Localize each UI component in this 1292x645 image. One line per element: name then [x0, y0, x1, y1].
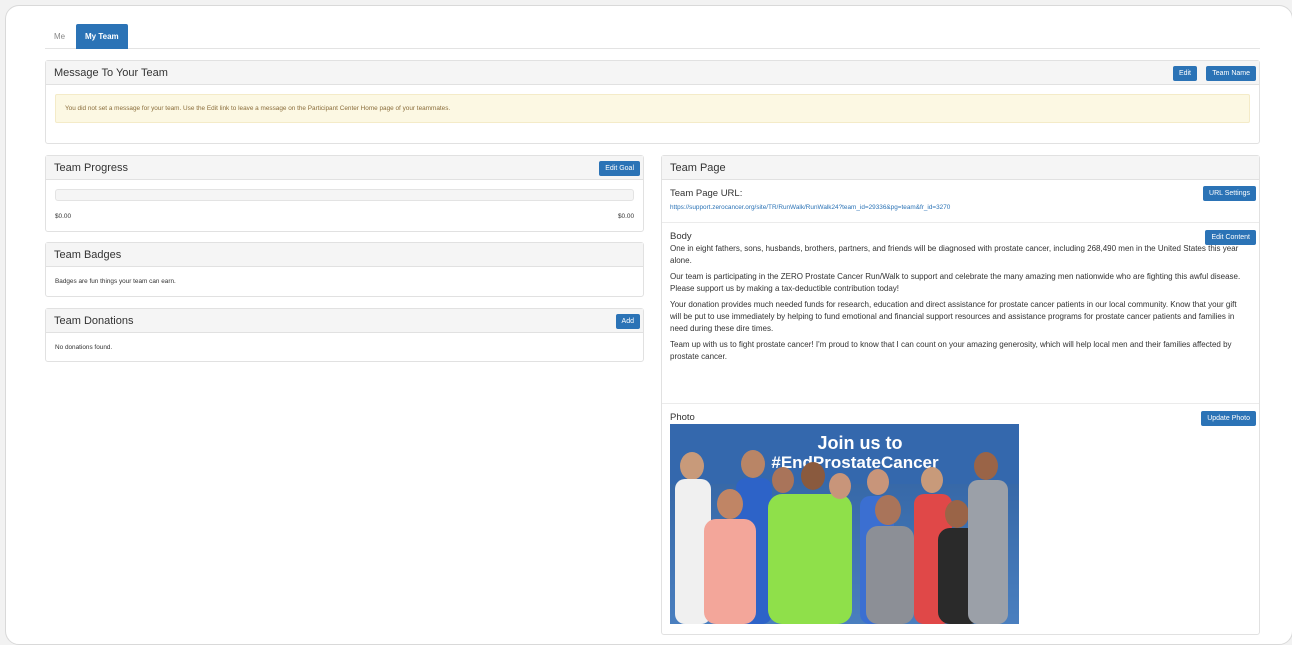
add-donation-button[interactable]: Add: [615, 314, 640, 329]
team-progress-bar: [55, 189, 634, 201]
team-page-title: Team Page: [670, 162, 726, 174]
tab-me[interactable]: Me: [45, 24, 74, 49]
photo-label: Photo: [670, 412, 695, 423]
team-photo: Join us to #EndProstateCancer: [670, 424, 1019, 624]
body-label: Body: [670, 231, 692, 242]
tab-bar: Me My Team: [45, 24, 1260, 49]
no-donations-text: No donations found.: [55, 344, 113, 351]
team-progress-header: Team Progress Edit Goal: [46, 156, 643, 180]
message-panel-header: Message To Your Team Edit Team Name: [46, 61, 1259, 85]
body-paragraph: Our team is participating in the ZERO Pr…: [670, 272, 1241, 293]
message-panel: Message To Your Team Edit Team Name You …: [45, 60, 1260, 144]
edit-message-button[interactable]: Edit: [1172, 66, 1197, 81]
body-section: Body Edit Content One in eight fathers, …: [662, 223, 1259, 404]
body-paragraph: One in eight fathers, sons, husbands, br…: [670, 244, 1239, 265]
team-donations-panel: Team Donations Add No donations found.: [45, 308, 644, 362]
team-badges-header: Team Badges: [46, 243, 643, 267]
update-photo-button[interactable]: Update Photo: [1201, 411, 1256, 426]
amount-raised: $0.00: [55, 213, 71, 220]
tab-my-team[interactable]: My Team: [76, 24, 128, 49]
photo-section: Photo Update Photo Join us to #EndProsta…: [662, 404, 1259, 636]
team-page-url-link[interactable]: https://support.zerocancer.org/site/TR/R…: [670, 204, 950, 211]
team-badges-title: Team Badges: [54, 249, 122, 261]
body-content: One in eight fathers, sons, husbands, br…: [670, 243, 1242, 367]
team-page-url-section: Team Page URL: URL Settings https://supp…: [662, 181, 1259, 223]
team-progress-title: Team Progress: [54, 162, 128, 174]
goal-amount: $0.00: [618, 213, 634, 220]
badges-description: Badges are fun things your team can earn…: [55, 278, 176, 285]
edit-goal-button[interactable]: Edit Goal: [599, 161, 640, 176]
team-donations-title: Team Donations: [54, 315, 134, 327]
photo-banner-line1: Join us to: [818, 433, 903, 453]
team-progress-panel: Team Progress Edit Goal $0.00 $0.00: [45, 155, 644, 232]
team-page-url-label: Team Page URL:: [670, 188, 743, 199]
team-page-panel: Team Page Team Page URL: URL Settings ht…: [661, 155, 1260, 635]
url-settings-button[interactable]: URL Settings: [1203, 186, 1256, 201]
photo-banner-line2: #EndProstateCancer: [771, 453, 939, 472]
team-page-header: Team Page: [662, 156, 1259, 180]
team-photo-image: Join us to #EndProstateCancer: [670, 424, 1019, 624]
team-name-button[interactable]: Team Name: [1206, 66, 1256, 81]
message-panel-title: Message To Your Team: [54, 67, 168, 79]
body-paragraph: Team up with us to fight prostate cancer…: [670, 340, 1232, 361]
team-badges-panel: Team Badges Badges are fun things your t…: [45, 242, 644, 297]
body-paragraph: Your donation provides much needed funds…: [670, 300, 1237, 333]
no-message-alert: You did not set a message for your team.…: [55, 94, 1250, 123]
team-donations-header: Team Donations Add: [46, 309, 643, 333]
